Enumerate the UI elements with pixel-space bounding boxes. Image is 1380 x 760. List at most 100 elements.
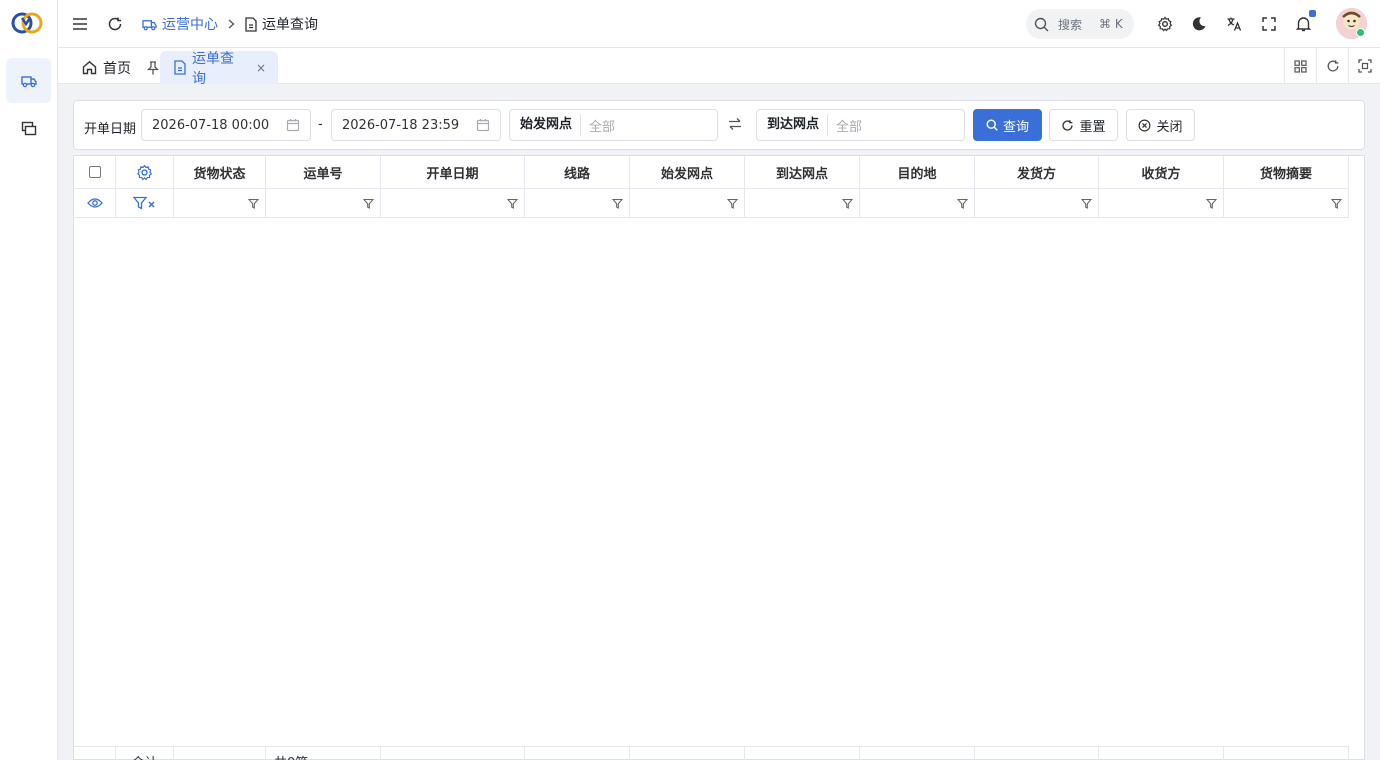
column-filter[interactable] — [745, 189, 860, 218]
breadcrumb-current: 运单查询 — [245, 14, 318, 34]
column-filter[interactable] — [630, 189, 745, 218]
origin-station-select[interactable]: 始发网点 全部 — [509, 109, 718, 141]
date-end-value: 2026-07-18 23:59 — [342, 117, 460, 133]
column-filter[interactable] — [266, 189, 381, 218]
column-header[interactable]: 线路 — [525, 156, 630, 189]
date-start-input[interactable]: 2026-07-18 00:00 — [141, 109, 311, 141]
truck-icon — [142, 18, 157, 31]
table-footer-row: 合计 共0笔 — [74, 746, 1349, 760]
column-header[interactable]: 始发网点 — [630, 156, 745, 189]
column-header[interactable]: 开单日期 — [381, 156, 525, 189]
app-logo[interactable] — [10, 8, 44, 38]
breadcrumb: 运营中心 运单查询 — [142, 14, 318, 34]
tab-label: 首页 — [103, 60, 131, 77]
column-header[interactable]: 运单号 — [266, 156, 381, 189]
column-header[interactable]: 发货方 — [975, 156, 1099, 189]
destination-station-select[interactable]: 到达网点 全部 — [756, 109, 965, 141]
focus-icon — [1357, 59, 1372, 73]
settings-button[interactable] — [1154, 13, 1176, 35]
refresh-icon — [1326, 59, 1340, 73]
footer-total-label: 合计 — [116, 746, 174, 760]
swap-stations-button[interactable] — [728, 117, 742, 131]
reset-button-label: 重置 — [1079, 119, 1106, 135]
gear-icon[interactable] — [136, 164, 153, 181]
moon-icon — [1191, 16, 1207, 32]
select-all-checkbox[interactable] — [88, 166, 101, 178]
refresh-button[interactable] — [104, 13, 126, 35]
close-circle-icon — [1138, 119, 1151, 132]
calendar-icon — [286, 118, 300, 132]
column-filter[interactable] — [1224, 189, 1349, 218]
filter-icon — [727, 198, 738, 209]
refresh-icon — [107, 16, 123, 32]
fullscreen-button[interactable] — [1258, 13, 1280, 35]
tab-waybill-query[interactable]: 运单查询 × — [160, 51, 278, 87]
column-filter[interactable] — [525, 189, 630, 218]
clear-filter-icon[interactable] — [132, 196, 157, 210]
fullscreen-icon — [1262, 17, 1276, 31]
filter-icon — [1081, 198, 1092, 209]
filter-bar: 开单日期 2026-07-18 00:00 - 2026-07-18 23:59… — [73, 100, 1365, 150]
pin-icon[interactable] — [147, 60, 159, 75]
sidebar — [0, 0, 58, 760]
filter-icon — [248, 198, 259, 209]
sidebar-item-operations[interactable] — [6, 58, 51, 103]
breadcrumb-operations[interactable]: 运营中心 — [142, 14, 218, 34]
footer-cell — [74, 746, 116, 760]
footer-cell — [745, 746, 860, 760]
tab-home[interactable]: 首页 — [82, 51, 159, 84]
breadcrumb-label: 运营中心 — [162, 17, 218, 33]
search-placeholder: 搜索 — [1058, 17, 1083, 32]
tab-bar: 首页 运单查询 × — [58, 48, 1380, 87]
search-icon — [986, 119, 998, 131]
calendar-icon — [476, 118, 490, 132]
query-button-label: 查询 — [1002, 119, 1029, 135]
translate-icon — [1226, 16, 1242, 32]
eye-icon[interactable] — [86, 197, 103, 209]
bell-icon — [1295, 16, 1311, 32]
tab-close-button[interactable]: × — [256, 61, 266, 75]
tab-overview-button[interactable] — [1284, 48, 1316, 84]
tab-label: 运单查询 — [192, 50, 234, 87]
column-header[interactable]: 收货方 — [1099, 156, 1224, 189]
footer-cell — [381, 746, 525, 760]
column-filter[interactable] — [381, 189, 525, 218]
footer-cell — [1099, 746, 1224, 760]
reset-button[interactable]: 重置 — [1049, 109, 1118, 141]
column-header[interactable]: 到达网点 — [745, 156, 860, 189]
column-filter[interactable] — [174, 189, 266, 218]
column-filter[interactable] — [860, 189, 975, 218]
close-button[interactable]: 关闭 — [1126, 109, 1195, 141]
footer-count: 共0笔 — [266, 746, 381, 760]
copy-icon — [21, 121, 37, 137]
origin-value: 全部 — [589, 119, 616, 135]
close-button-label: 关闭 — [1156, 119, 1183, 135]
breadcrumb-label: 运单查询 — [262, 17, 318, 33]
dark-mode-toggle[interactable] — [1188, 13, 1210, 35]
filter-icon — [1206, 198, 1217, 209]
footer-cell — [630, 746, 745, 760]
language-button[interactable] — [1223, 13, 1245, 35]
query-button[interactable]: 查询 — [973, 109, 1042, 141]
date-end-input[interactable]: 2026-07-18 23:59 — [331, 109, 501, 141]
home-icon — [82, 60, 97, 75]
tab-maximize-button[interactable] — [1348, 48, 1380, 84]
visibility-cell — [74, 189, 116, 218]
column-header[interactable]: 货物摘要 — [1224, 156, 1349, 189]
sidebar-item-documents[interactable] — [6, 106, 51, 151]
filter-icon — [612, 198, 623, 209]
origin-label: 始发网点 — [510, 114, 582, 136]
footer-cell — [860, 746, 975, 760]
column-filter[interactable] — [975, 189, 1099, 218]
column-settings-cell — [116, 156, 174, 189]
footer-cell — [1224, 746, 1349, 760]
tab-refresh-button[interactable] — [1316, 48, 1348, 84]
destination-label: 到达网点 — [757, 114, 829, 136]
column-header[interactable]: 目的地 — [860, 156, 975, 189]
column-filter[interactable] — [1099, 189, 1224, 218]
table-filter-row — [74, 189, 1349, 218]
column-header[interactable]: 货物状态 — [174, 156, 266, 189]
menu-toggle-button[interactable] — [69, 13, 91, 35]
date-start-value: 2026-07-18 00:00 — [152, 117, 270, 133]
global-search[interactable]: 搜索 ⌘ K — [1026, 9, 1134, 39]
